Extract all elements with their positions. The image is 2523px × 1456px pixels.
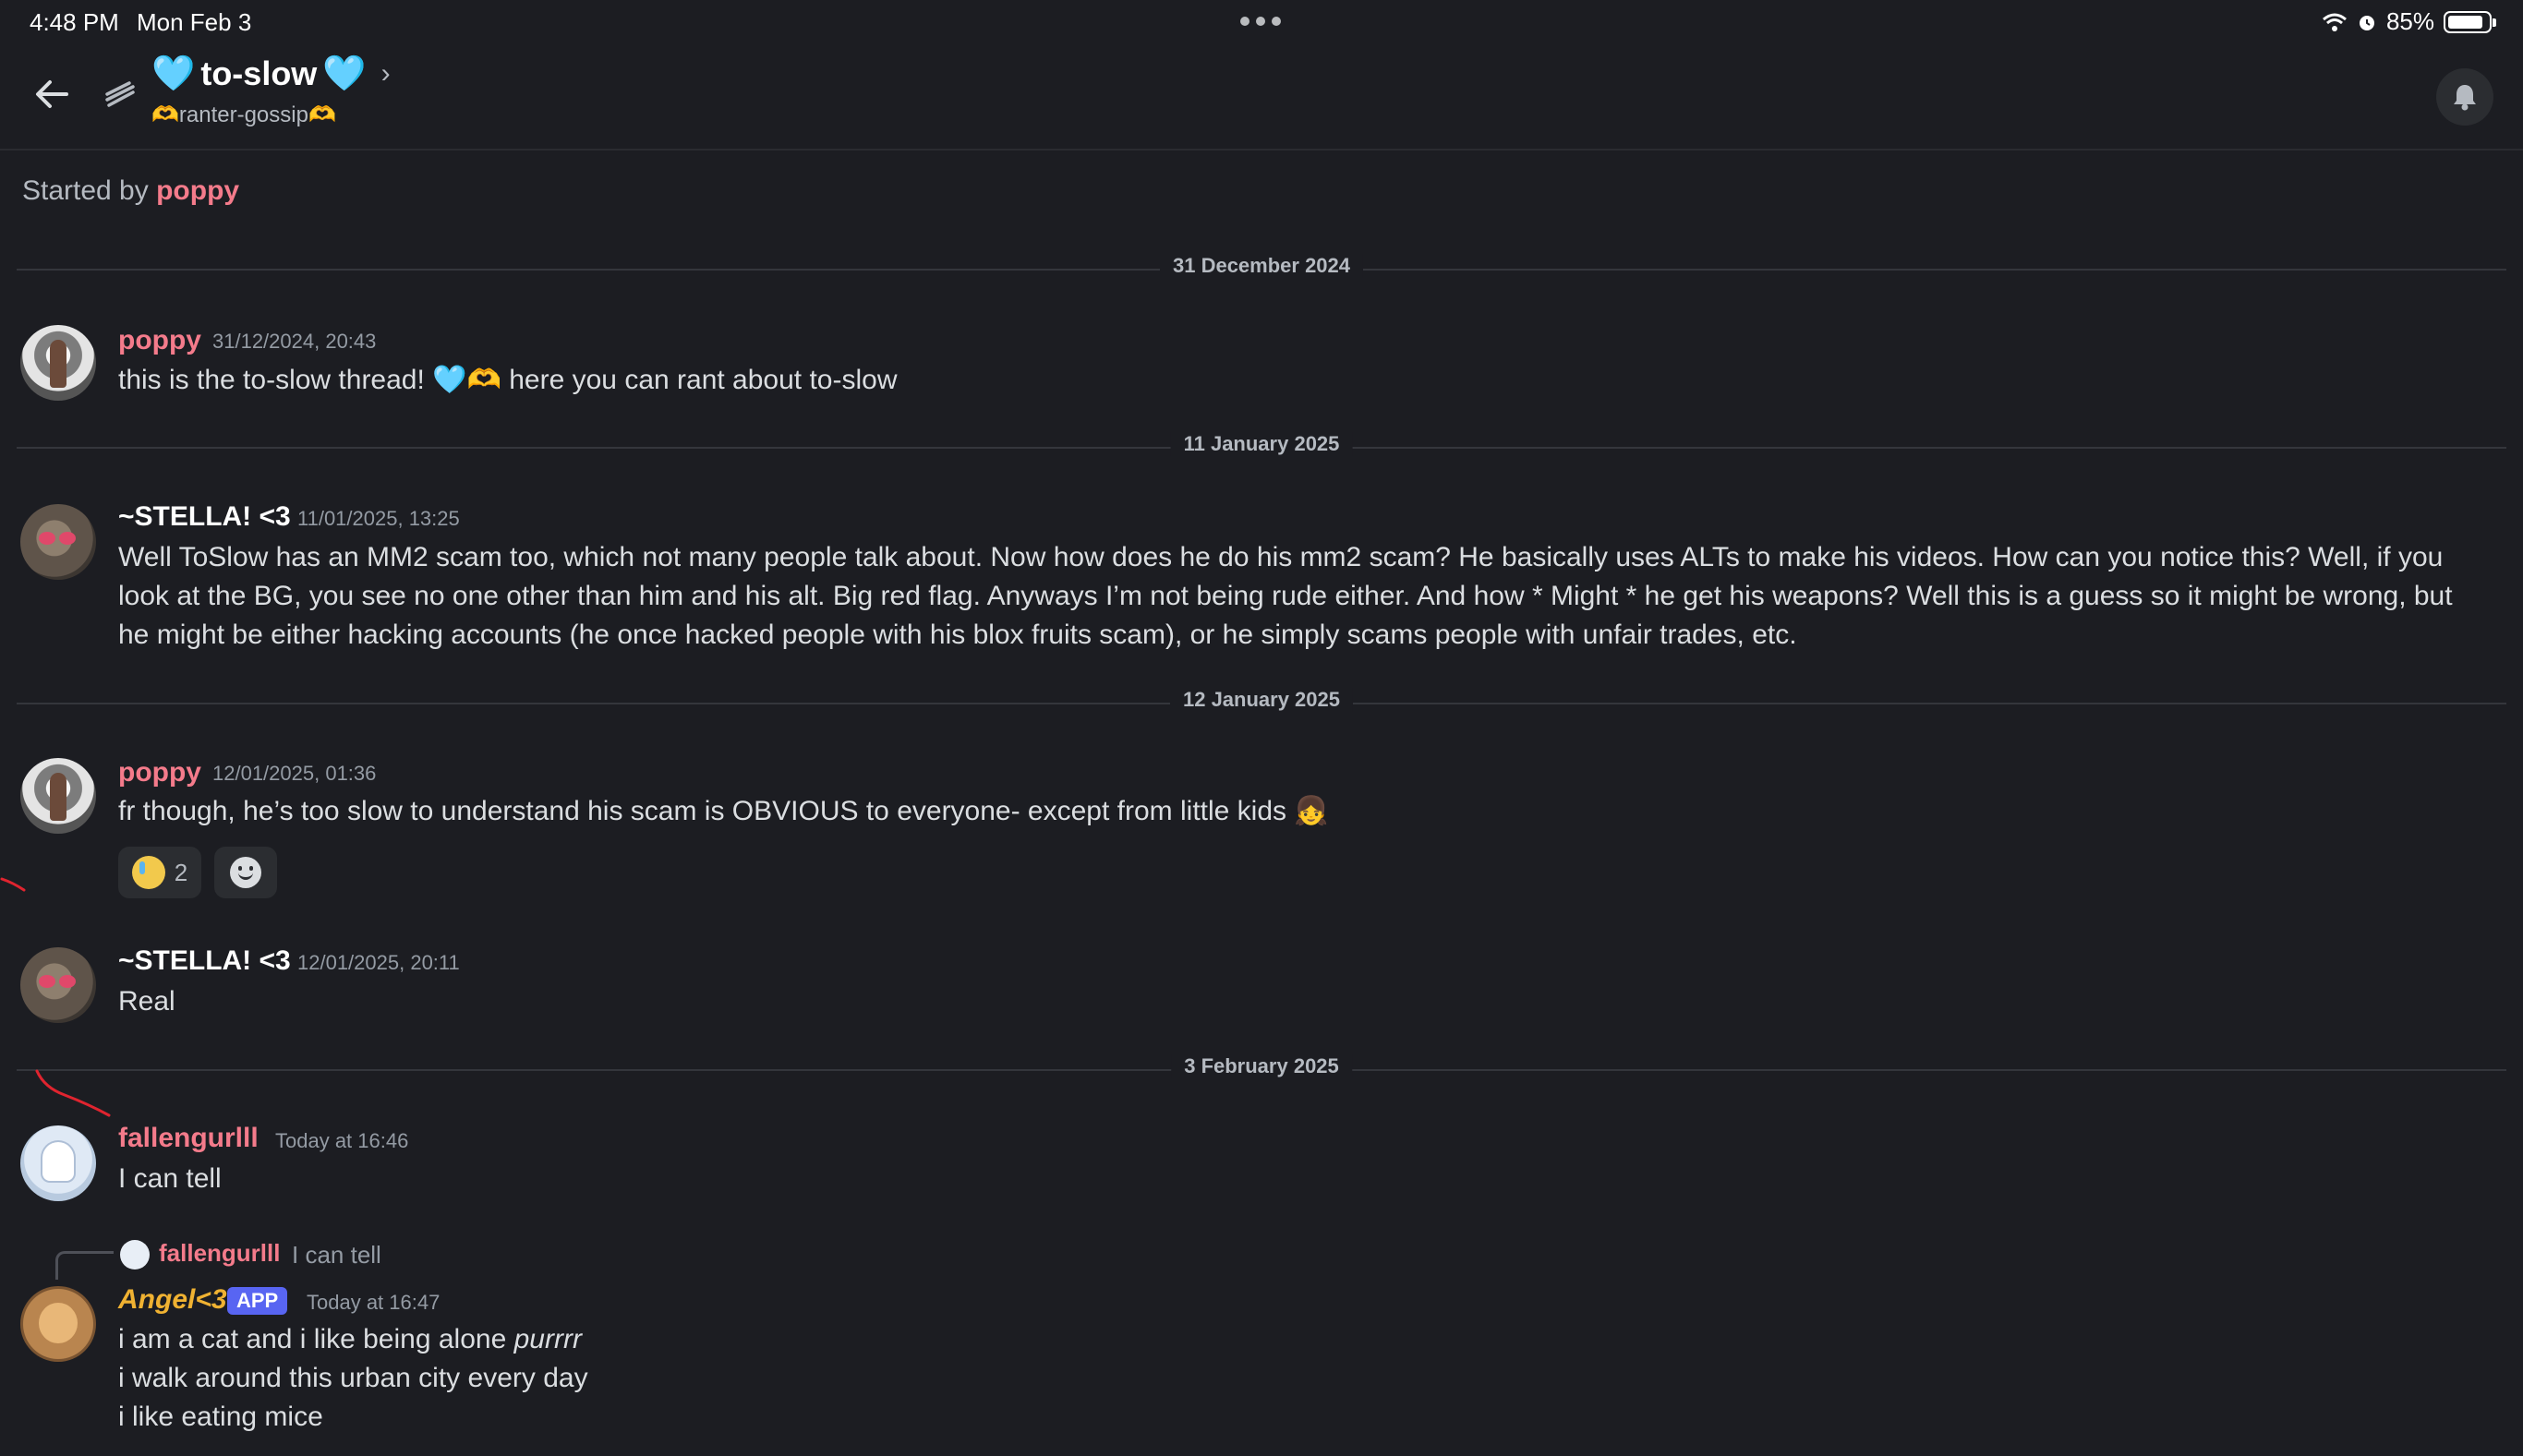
- message-author[interactable]: fallengurlll: [118, 1123, 259, 1154]
- reply-connector: [55, 1251, 114, 1280]
- channel-header: 🩵 to-slow 🩵 › 🫶ranter-gossip🫶: [0, 42, 2523, 150]
- notification-button[interactable]: [2436, 68, 2493, 126]
- avatar[interactable]: [20, 1286, 96, 1362]
- avatar[interactable]: [20, 758, 96, 834]
- date-divider: 12 January 2025: [17, 688, 2506, 712]
- parent-channel: 🫶ranter-gossip🫶: [151, 102, 336, 128]
- avatar[interactable]: [20, 504, 96, 580]
- message-timestamp: Today at 16:46: [275, 1129, 409, 1152]
- message-author[interactable]: ~STELLA! <3: [118, 945, 291, 977]
- heart-hands-emoji: 🫶: [151, 102, 179, 127]
- message-author[interactable]: Angel<3: [118, 1284, 227, 1316]
- heart-emoji: 🩵: [322, 54, 367, 93]
- date-divider-label: 3 February 2025: [1171, 1054, 1352, 1078]
- avatar[interactable]: [20, 325, 96, 401]
- started-by-label: Started by: [22, 175, 149, 206]
- avatar[interactable]: [20, 947, 96, 1023]
- downcast-sweat-emoji: [131, 856, 165, 889]
- reply-author[interactable]: fallengurlll: [159, 1239, 280, 1268]
- starter-username[interactable]: poppy: [156, 175, 239, 206]
- date-divider: 31 December 2024: [17, 254, 2506, 278]
- add-reaction-icon: [230, 857, 261, 888]
- date-divider: 3 February 2025: [17, 1054, 2506, 1078]
- date-divider-label: 31 December 2024: [1159, 254, 1364, 278]
- heart-hands-emoji: 🫶: [308, 102, 336, 127]
- reaction-button[interactable]: 2: [118, 847, 201, 898]
- status-bar: 4:48 PM Mon Feb 3 85%: [0, 0, 2523, 42]
- bell-icon: [2454, 85, 2476, 111]
- heart-emoji: 🩵: [151, 54, 196, 93]
- reaction-count: 2: [174, 858, 188, 886]
- reply-preview[interactable]: I can tell: [292, 1241, 381, 1269]
- status-time: 4:48 PM: [30, 8, 119, 36]
- avatar[interactable]: [20, 1125, 96, 1201]
- chevron-right-icon: ›: [380, 58, 391, 89]
- multitasking-dots[interactable]: [1240, 17, 1281, 26]
- message-content: I can tell: [118, 1163, 222, 1194]
- message-timestamp: 12/01/2025, 20:11: [297, 951, 460, 974]
- message-author[interactable]: ~STELLA! <3: [118, 501, 291, 533]
- annotation-marks: [0, 877, 111, 1117]
- channel-name: to-slow: [200, 54, 318, 92]
- message-author[interactable]: poppy: [118, 757, 201, 788]
- message-content: this is the to-slow thread! 🩵🫶 here you …: [118, 365, 898, 395]
- app-badge: APP: [227, 1287, 288, 1315]
- thread-icon: [105, 81, 135, 107]
- wifi-icon: [2322, 13, 2347, 31]
- add-reaction-button[interactable]: [214, 847, 277, 898]
- channel-title[interactable]: 🩵 to-slow 🩵 ›: [151, 54, 391, 94]
- status-indicators: 85%: [2322, 7, 2496, 36]
- parent-channel-name: ranter-gossip: [178, 102, 308, 127]
- date-divider: 11 January 2025: [17, 432, 2506, 456]
- status-date: Mon Feb 3: [137, 8, 252, 36]
- heart-emoji: 🩵: [432, 365, 467, 395]
- date-divider-label: 12 January 2025: [1169, 688, 1354, 712]
- heart-hands-emoji: 🫶: [466, 365, 501, 395]
- back-arrow-icon[interactable]: [31, 74, 72, 114]
- message-content: fr though, he’s too slow to understand h…: [118, 796, 1329, 826]
- thread-starter-line: Started by poppy: [22, 175, 239, 207]
- girl-emoji: 👧: [1294, 796, 1329, 826]
- battery-icon: [2444, 10, 2496, 33]
- message-timestamp: 31/12/2024, 20:43: [212, 330, 377, 353]
- message-timestamp: Today at 16:47: [307, 1291, 441, 1314]
- date-divider-label: 11 January 2025: [1170, 432, 1353, 456]
- italic-text: purrrr: [513, 1324, 582, 1354]
- message-content: Real: [118, 986, 175, 1017]
- message-timestamp: 11/01/2025, 13:25: [297, 507, 460, 530]
- alarm-icon: [2359, 15, 2374, 30]
- message-content: i am a cat and i like being alone purrrr…: [118, 1324, 588, 1432]
- message-content: Well ToSlow has an MM2 scam too, which n…: [118, 542, 2453, 650]
- battery-percent: 85%: [2385, 7, 2434, 35]
- reply-avatar: [120, 1240, 150, 1269]
- message-timestamp: 12/01/2025, 01:36: [212, 762, 377, 785]
- message-author[interactable]: poppy: [118, 325, 201, 356]
